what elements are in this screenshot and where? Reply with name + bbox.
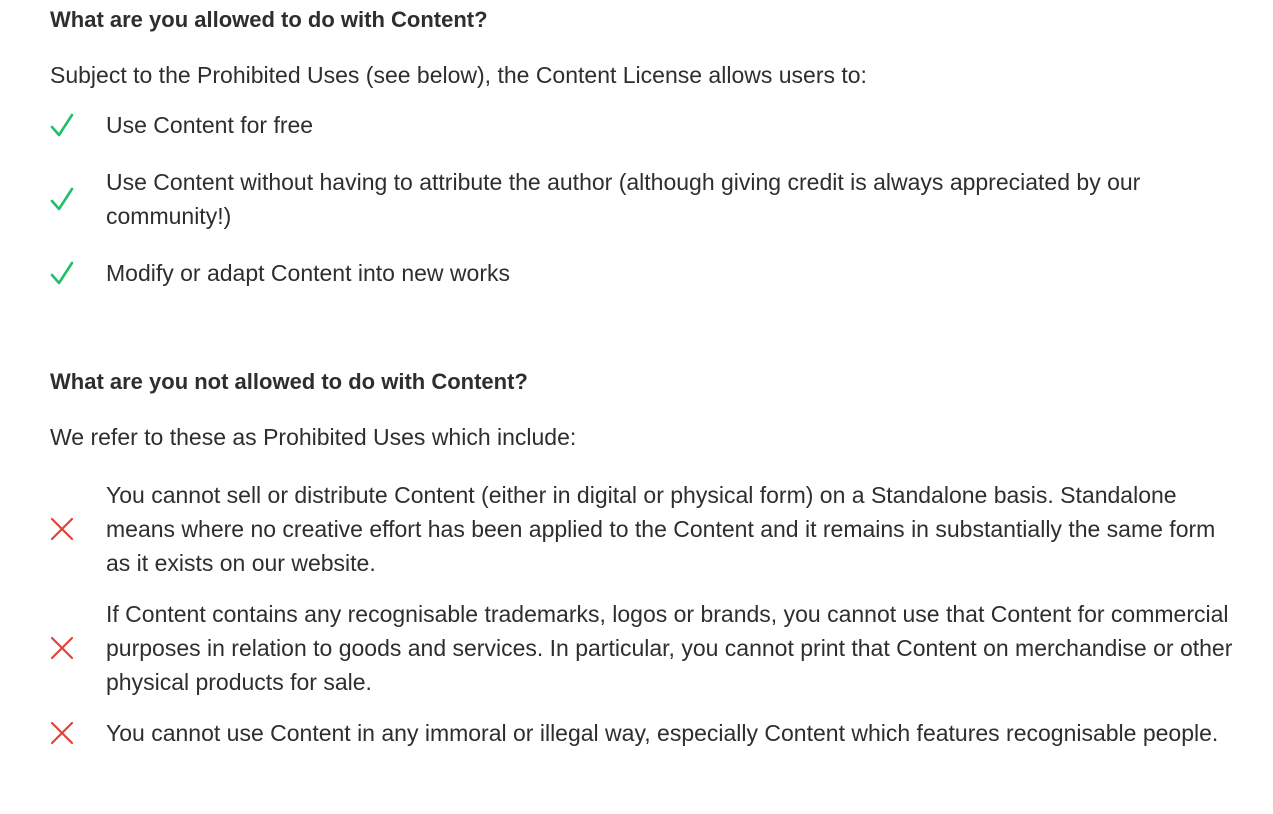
not-allowed-list: You cannot sell or distribute Content (e… xyxy=(50,478,1233,750)
list-item: Use Content for free xyxy=(50,108,1233,142)
check-icon xyxy=(50,260,106,286)
allowed-list: Use Content for free Use Content without… xyxy=(50,108,1233,290)
list-item-text: You cannot use Content in any immoral or… xyxy=(106,720,1219,746)
cross-icon xyxy=(50,636,106,660)
check-icon xyxy=(50,112,106,138)
check-icon xyxy=(50,186,106,212)
cross-icon xyxy=(50,517,106,541)
list-item: If Content contains any recognisable tra… xyxy=(50,597,1233,699)
not-allowed-intro: We refer to these as Prohibited Uses whi… xyxy=(50,424,577,450)
list-item: You cannot use Content in any immoral or… xyxy=(50,716,1233,750)
list-item: You cannot sell or distribute Content (e… xyxy=(50,478,1233,580)
allowed-intro: Subject to the Prohibited Uses (see belo… xyxy=(50,62,867,88)
list-item-text: If Content contains any recognisable tra… xyxy=(106,601,1233,695)
list-item-text: Use Content for free xyxy=(106,112,314,138)
list-item: Use Content without having to attribute … xyxy=(50,165,1233,233)
list-item-text: Use Content without having to attribute … xyxy=(106,169,1141,229)
list-item-text: Modify or adapt Content into new works xyxy=(106,260,510,286)
list-item: Modify or adapt Content into new works xyxy=(50,256,1233,290)
cross-icon xyxy=(50,721,106,745)
license-content: What are you allowed to do with Content?… xyxy=(0,0,1273,750)
list-item-text: You cannot sell or distribute Content (e… xyxy=(106,482,1216,576)
allowed-heading: What are you allowed to do with Content? xyxy=(50,7,488,32)
not-allowed-heading: What are you not allowed to do with Cont… xyxy=(50,369,528,394)
